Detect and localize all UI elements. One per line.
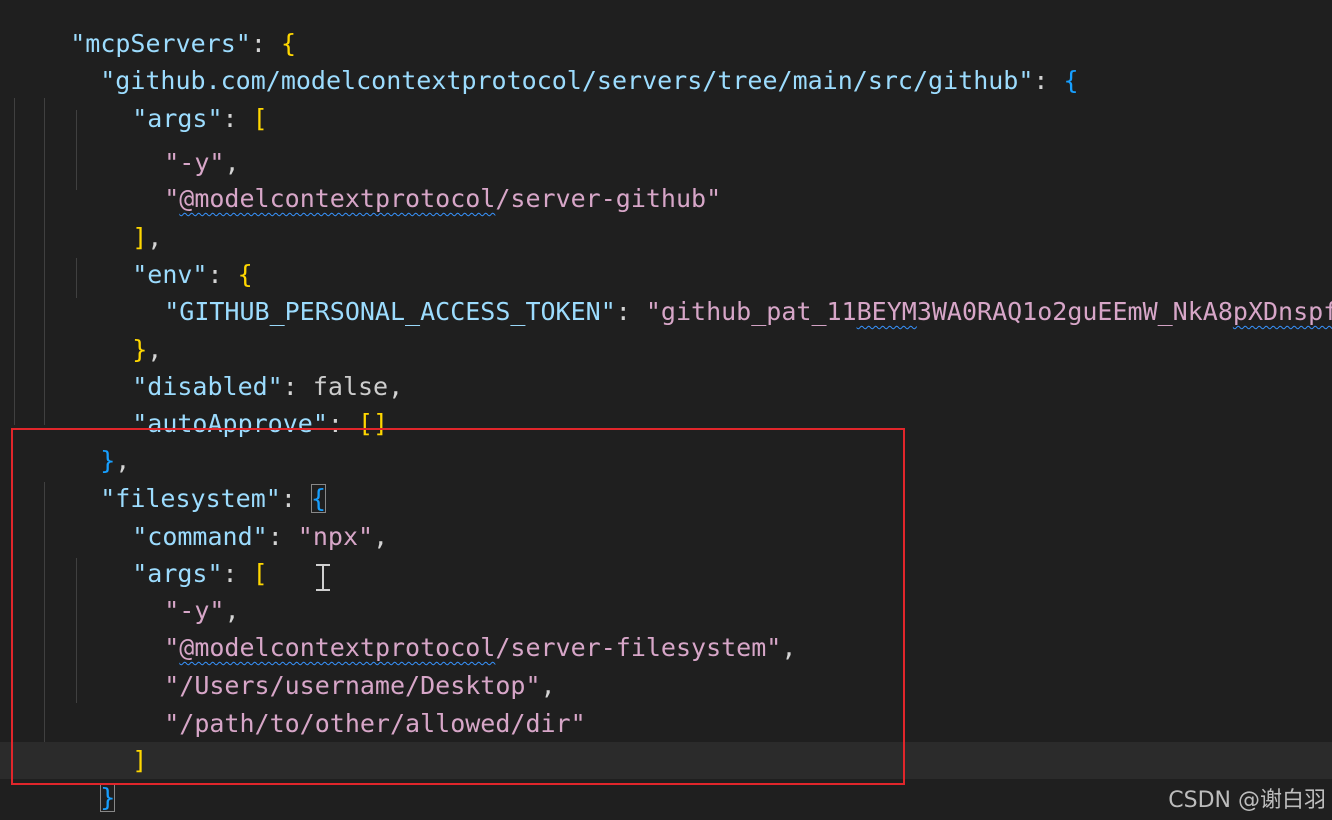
string-value: "github_pat_11: [645, 297, 857, 326]
code-line[interactable]: },: [72, 294, 162, 364]
code-line[interactable]: "autoApprove": []: [72, 368, 388, 438]
code-line[interactable]: "env": {: [72, 219, 252, 289]
code-line[interactable]: "args": [: [72, 63, 267, 133]
watermark: CSDN @谢白羽: [1168, 788, 1326, 813]
colon: :: [1033, 66, 1064, 95]
code-line[interactable]: "mcpServers": {: [10, 0, 296, 58]
annotation-highlight-box: [11, 428, 905, 785]
open-bracket: [: [252, 104, 268, 133]
code-line[interactable]: "disabled": false,: [72, 331, 403, 401]
string-quote: ": [164, 184, 180, 213]
colon: :: [615, 297, 646, 326]
string-value-spellcheck: BEYM: [856, 297, 917, 326]
code-line[interactable]: "GITHUB_PERSONAL_ACCESS_TOKEN": "github_…: [104, 256, 1332, 326]
text-cursor-icon: [316, 564, 330, 591]
code-line[interactable]: }: [10, 780, 85, 817]
string-value-spellcheck: pXDnspfBnSx: [1232, 297, 1332, 326]
code-line[interactable]: ],: [72, 182, 162, 252]
close-brace: }: [100, 783, 116, 812]
comma: ,: [388, 372, 404, 401]
code-editor[interactable]: "mcpServers": { "github.com/modelcontext…: [0, 0, 1332, 820]
indent-guide: [14, 98, 15, 425]
open-brace: {: [1063, 66, 1079, 95]
json-key: "GITHUB_PERSONAL_ACCESS_TOKEN": [164, 297, 616, 326]
code-line[interactable]: "github.com/modelcontextprotocol/servers…: [40, 25, 1078, 95]
code-line[interactable]: "@modelcontextprotocol/server-github": [104, 143, 721, 213]
string-value-spellcheck: @modelcontextprotocol: [179, 184, 496, 213]
string-value: /server-github": [495, 184, 722, 213]
code-line[interactable]: "-y",: [104, 107, 239, 177]
indent-guide: [44, 98, 45, 425]
string-value: 3WA0RAQ1o2guEEmW_NkA8: [916, 297, 1233, 326]
